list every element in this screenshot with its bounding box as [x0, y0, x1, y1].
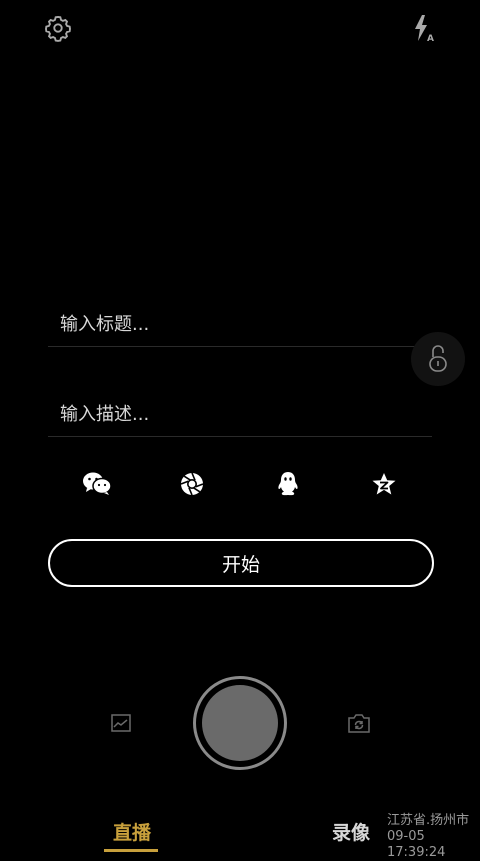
description-input[interactable]	[48, 402, 432, 426]
description-field[interactable]	[48, 392, 432, 437]
tab-live[interactable]: 直播	[106, 818, 158, 845]
gear-icon	[45, 15, 71, 42]
lock-button[interactable]	[411, 332, 465, 386]
tab-record[interactable]: 录像	[332, 818, 370, 845]
start-button[interactable]: 开始	[48, 539, 434, 587]
tab-record-label: 录像	[332, 822, 371, 844]
flash-button[interactable]: A	[408, 12, 438, 44]
watermark-location: 江苏省.扬州市	[387, 813, 470, 828]
location-watermark: 江苏省.扬州市 09-05 17:39:24	[387, 813, 480, 861]
qzone-icon	[372, 473, 396, 495]
tab-live-indicator	[104, 849, 158, 852]
share-wechat-button[interactable]	[79, 466, 115, 502]
title-field[interactable]	[48, 302, 432, 347]
flash-auto-icon: A	[415, 15, 434, 43]
start-button-label: 开始	[221, 553, 260, 576]
gallery-icon	[111, 714, 131, 732]
qq-icon	[278, 472, 298, 496]
gallery-button[interactable]	[108, 710, 134, 736]
shutter-button[interactable]	[193, 676, 287, 770]
watermark-datetime: 09-05 17:39:24	[387, 829, 446, 860]
tab-live-label: 直播	[112, 822, 151, 844]
unlock-icon	[429, 345, 447, 372]
settings-button[interactable]	[42, 12, 74, 44]
title-input[interactable]	[48, 312, 432, 336]
shutter-inner	[202, 685, 278, 761]
share-qzone-button[interactable]	[366, 466, 402, 502]
switch-camera-icon	[348, 714, 370, 733]
svg-text:A: A	[427, 34, 434, 43]
wechat-icon	[83, 472, 112, 495]
switch-camera-button[interactable]	[345, 709, 373, 737]
share-moments-button[interactable]	[174, 466, 210, 502]
moments-icon	[180, 472, 204, 496]
share-qq-button[interactable]	[270, 466, 306, 502]
